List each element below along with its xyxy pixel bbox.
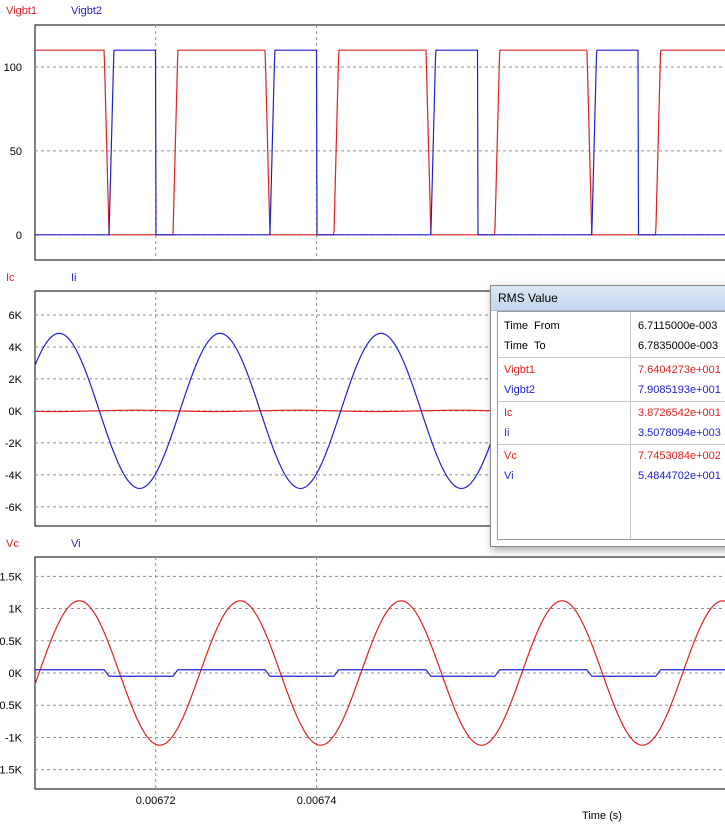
rms-row-value: 3.8726542e+001	[638, 407, 721, 419]
rms-row-vi: Vi 5.4844702e+001	[498, 466, 725, 486]
y-tick-label: 1.5K	[0, 571, 23, 583]
rms-row-label: Time	[504, 320, 529, 332]
rms-separator	[498, 444, 725, 445]
rms-row-time-to: Time To 6.7835000e-003	[498, 336, 725, 356]
x-axis-label: Time (s)	[582, 810, 622, 822]
rms-separator	[498, 401, 725, 402]
y-tick-label: -1K	[5, 732, 23, 744]
rms-row-sublabel: To	[534, 340, 546, 352]
rms-row-value: 6.7115000e-003	[638, 320, 718, 332]
y-tick-label: 0	[16, 230, 22, 242]
rms-row-vigbt2: Vigbt2 7.9085193e+001	[498, 380, 725, 400]
legend-entry: Vc	[6, 538, 19, 550]
rms-row-ic: Ic 3.8726542e+001	[498, 403, 725, 423]
rms-row-value: 3.5078094e+003	[638, 427, 721, 439]
y-tick-label: 100	[4, 62, 22, 74]
rms-value-window[interactable]: RMS Value Time From 6.7115000e-003 Time …	[490, 285, 725, 547]
rms-separator	[498, 357, 725, 358]
rms-row-value: 7.7453084e+002	[638, 450, 721, 462]
legend-entry: Ii	[71, 272, 77, 284]
rms-row-value: 6.7835000e-003	[638, 340, 719, 352]
rms-row-label: Vc	[504, 450, 517, 462]
rms-row-label: Vi	[504, 470, 514, 482]
legend-entry: Ic	[6, 272, 15, 284]
y-tick-label: 50	[10, 146, 22, 158]
rms-row-value: 7.9085193e+001	[638, 384, 721, 396]
y-tick-label: 6K	[9, 310, 23, 322]
rms-window-title[interactable]: RMS Value	[491, 286, 725, 311]
legend-entry: Vigbt1	[6, 5, 37, 17]
plot-frame	[34, 24, 725, 261]
rms-row-vc: Vc 7.7453084e+002	[498, 446, 725, 466]
rms-row-label: Vigbt2	[504, 384, 535, 396]
legend-entry: Vigbt2	[71, 5, 102, 17]
x-tick-label: 0.00672	[136, 795, 176, 807]
y-tick-label: 4K	[9, 342, 23, 354]
y-tick-label: 0K	[9, 668, 23, 680]
y-tick-label: -2K	[5, 438, 23, 450]
y-tick-label: 2K	[9, 374, 23, 386]
y-tick-label: -0.5K	[0, 700, 23, 712]
rms-row-time-from: Time From 6.7115000e-003	[498, 316, 725, 336]
x-tick-label: 0.00674	[297, 795, 337, 807]
rms-row-sublabel: From	[534, 320, 560, 332]
rms-row-label: Vigbt1	[504, 364, 535, 376]
rms-row-label: Ic	[504, 407, 513, 419]
rms-row-value: 7.6404273e+001	[638, 364, 721, 376]
y-tick-label: 1K	[9, 604, 23, 616]
rms-row-value: 5.4844702e+001	[638, 470, 721, 482]
y-tick-label: -6K	[5, 502, 23, 514]
rms-row-ii: Ii 3.5078094e+003	[498, 423, 725, 443]
y-tick-label: 0K	[9, 406, 23, 418]
rms-row-vigbt1: Vigbt1 7.6404273e+001	[498, 360, 725, 380]
rms-row-label: Time	[504, 340, 529, 352]
plot-panel: -1.5K -1K -0.5K 0K 0.5K 1K 1.5K Vc Vi 0.00672 0.00…	[0, 538, 725, 822]
y-tick-label: -1.5K	[0, 765, 23, 777]
rms-row-label: Ii	[504, 427, 510, 439]
legend-entry: Vi	[71, 538, 81, 550]
y-tick-label: -4K	[5, 470, 23, 482]
y-tick-label: 0.5K	[0, 636, 23, 648]
rms-value-table: Time From 6.7115000e-003 Time To 6.78350…	[497, 311, 725, 540]
plot-panel: 0 50 100 Vigbt1 Vigbt2	[4, 5, 725, 261]
